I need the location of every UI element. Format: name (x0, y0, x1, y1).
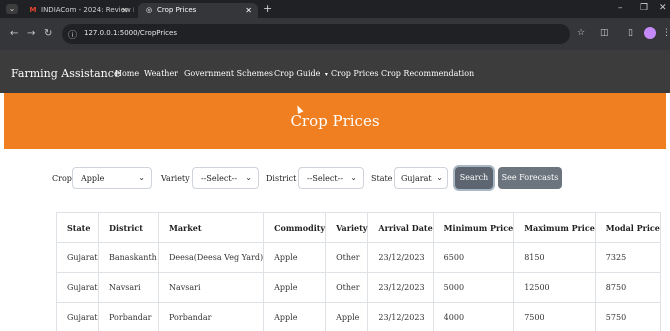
chevron-down-icon: ⌄ (436, 173, 443, 182)
column-header: Minimum Price (432, 212, 515, 243)
tab-label: Crop Prices (157, 6, 197, 14)
tab-search-icon[interactable]: ⌄ (6, 4, 18, 14)
variety-select-value: --Select-- (201, 174, 238, 183)
nav-crop-guide[interactable]: Crop Guide ▾ (274, 69, 328, 78)
chevron-down-icon: ⌄ (350, 173, 357, 182)
chevron-down-icon: ⌄ (245, 173, 252, 182)
column-header: Modal Price (594, 212, 661, 243)
chevron-down-icon: ⌄ (138, 173, 145, 182)
table-row: Gujarat Navsari Navsari Apple Other 23/1… (56, 272, 661, 303)
district-select-value: --Select-- (307, 174, 344, 183)
table-row: Gujarat Banaskanth Deesa(Deesa Veg Yard)… (56, 242, 661, 273)
state-select[interactable]: Gujarat ⌄ (394, 167, 448, 189)
address-url: 127.0.0.1:5000/CropPrices (84, 29, 177, 37)
browser-tab-gmail[interactable]: M INDIACom - 2024: Review Noti ✕ (22, 3, 134, 18)
table-cell: 7325 (594, 242, 661, 273)
table-cell: 23/12/2023 (367, 302, 434, 331)
browser-tab-crop-prices[interactable]: ◎ Crop Prices ✕ (138, 3, 258, 18)
crop-select[interactable]: Apple ⌄ (72, 167, 152, 189)
variety-select[interactable]: --Select-- ⌄ (192, 167, 259, 189)
state-select-value: Gujarat (401, 174, 432, 183)
nav-crop-recommendation[interactable]: Crop Recommendation (381, 69, 474, 78)
sidebar-icon[interactable]: ▯ (628, 28, 633, 38)
column-header: Maximum Price (513, 212, 596, 243)
nav-weather[interactable]: Weather (144, 69, 178, 78)
variety-label: Variety (161, 174, 190, 183)
table-cell: Banaskanth (98, 242, 159, 273)
bookmark-star-icon[interactable]: ☆ (577, 28, 585, 38)
table-cell: Porbandar (157, 302, 265, 331)
table-cell: Apple (263, 242, 327, 273)
extensions-icon[interactable]: ◫ (600, 28, 609, 38)
column-header: Commodity (263, 212, 327, 243)
table-row: Gujarat Porbandar Porbandar Apple Apple … (56, 302, 661, 331)
profile-avatar[interactable] (644, 27, 656, 39)
nav-crop-prices[interactable]: Crop Prices (331, 69, 379, 78)
close-icon[interactable]: ✕ (121, 3, 128, 18)
table-cell: 6500 (432, 242, 515, 273)
table-cell: 8150 (513, 242, 596, 273)
search-button[interactable]: Search (455, 167, 493, 189)
restore-icon[interactable]: ❐ (640, 3, 648, 13)
table-cell: Porbandar (98, 302, 159, 331)
gmail-icon: M (29, 6, 37, 14)
site-navbar: Farming Assistance Home Weather Governme… (0, 50, 670, 93)
caret-down-icon: ▾ (322, 71, 328, 78)
page-title: Crop Prices (290, 112, 380, 130)
browser-toolbar: ← → ↻ ⓘ 127.0.0.1:5000/CropPrices ☆ ◫ ▯ … (0, 18, 670, 50)
district-select[interactable]: --Select-- ⌄ (298, 167, 364, 189)
nav-government-schemes[interactable]: Government Schemes (184, 69, 273, 78)
table-header-row: State District Market Commodity Variety … (56, 212, 661, 243)
nav-crop-guide-label: Crop Guide (274, 69, 321, 78)
column-header: State (56, 212, 99, 243)
table-cell: Gujarat (56, 302, 99, 331)
globe-icon: ◎ (145, 6, 153, 14)
table-cell: Other (325, 242, 369, 273)
table-cell: 23/12/2023 (367, 242, 434, 273)
brand-link[interactable]: Farming Assistance (11, 67, 120, 80)
new-tab-icon[interactable]: + (263, 2, 272, 15)
column-header: Market (157, 212, 265, 243)
crop-select-value: Apple (81, 174, 105, 183)
table-cell: Apple (263, 302, 327, 331)
table-cell: 8750 (594, 272, 661, 303)
table-cell: 12500 (513, 272, 596, 303)
column-header: District (98, 212, 159, 243)
browser-tabstrip: ⌄ M INDIACom - 2024: Review Noti ✕ ◎ Crop … (0, 0, 670, 18)
tab-label: INDIACom - 2024: Review Noti (41, 6, 134, 14)
nav-home[interactable]: Home (115, 69, 139, 78)
forward-icon[interactable]: → (27, 28, 35, 39)
table-cell: Navsari (98, 272, 159, 303)
table-cell: 5750 (594, 302, 661, 331)
window-close-icon[interactable]: ✕ (659, 3, 667, 13)
back-icon[interactable]: ← (10, 28, 18, 39)
see-forecasts-button[interactable]: See Forecasts (498, 167, 562, 189)
table-cell: Other (325, 272, 369, 303)
column-header: Variety (325, 212, 369, 243)
table-cell: Deesa(Deesa Veg Yard) (157, 242, 265, 273)
reload-icon[interactable]: ↻ (44, 28, 52, 39)
menu-kebab-icon[interactable]: ⋮ (662, 28, 670, 38)
table-cell: Navsari (157, 272, 265, 303)
table-cell: 23/12/2023 (367, 272, 434, 303)
minimize-icon[interactable]: – (618, 3, 623, 13)
table-cell: 4000 (432, 302, 515, 331)
table-cell: Gujarat (56, 272, 99, 303)
table-cell: 5000 (432, 272, 515, 303)
table-cell: 7500 (513, 302, 596, 331)
table-cell: Gujarat (56, 242, 99, 273)
address-bar[interactable]: ⓘ 127.0.0.1:5000/CropPrices (62, 24, 570, 44)
state-label: State (371, 174, 393, 183)
site-info-icon[interactable]: ⓘ (68, 28, 77, 41)
district-label: District (266, 174, 297, 183)
table-cell: Apple (325, 302, 369, 331)
table-cell: Apple (263, 272, 327, 303)
column-header: Arrival Date (367, 212, 434, 243)
crop-prices-table: State District Market Commodity Variety … (56, 212, 661, 331)
crop-label: Crop (52, 174, 72, 183)
page-banner: Crop Prices (4, 93, 666, 149)
close-icon[interactable]: ✕ (245, 3, 252, 18)
